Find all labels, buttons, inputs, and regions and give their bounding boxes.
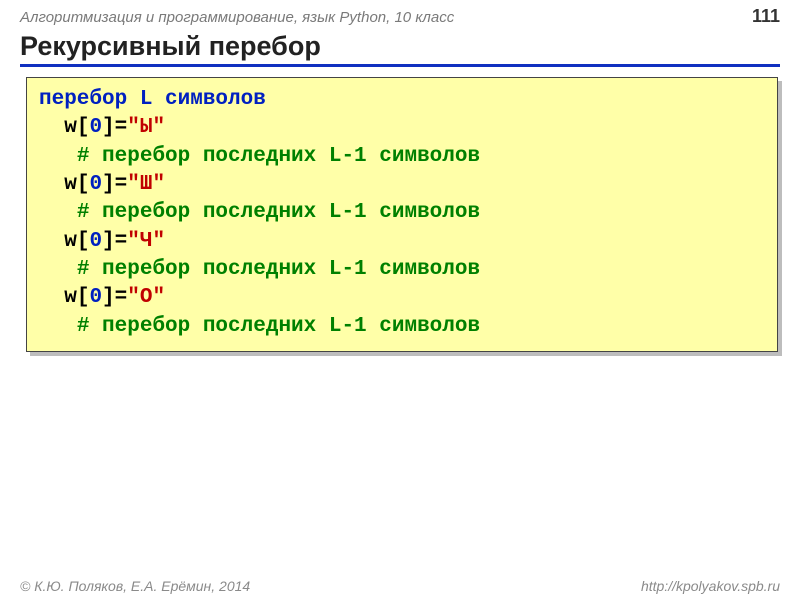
bracket-open: [ [77, 230, 90, 253]
bracket-open: [ [77, 173, 90, 196]
code-string: "Ы" [127, 116, 165, 139]
code-string: "О" [127, 286, 165, 309]
code-index: 0 [89, 286, 102, 309]
code-keyword: перебор L символов [39, 88, 266, 111]
slide-header: Алгоритмизация и программирование, язык … [0, 0, 800, 29]
code-string: "Ш" [127, 173, 165, 196]
code-var: w [64, 230, 77, 253]
bracket-close: ] [102, 173, 115, 196]
bracket-open: [ [77, 116, 90, 139]
equals: = [115, 230, 128, 253]
code-comment: # перебор последних L-1 символов [77, 258, 480, 281]
bracket-close: ] [102, 116, 115, 139]
slide-title: Рекурсивный перебор [20, 31, 780, 67]
code-string: "Ч" [127, 230, 165, 253]
page-number: 111 [752, 6, 780, 27]
equals: = [115, 286, 128, 309]
equals: = [115, 173, 128, 196]
code-block: перебор L символов w[0]="Ы" # перебор по… [26, 77, 778, 352]
subject-text: Алгоритмизация и программирование, язык … [20, 9, 454, 26]
code-index: 0 [89, 116, 102, 139]
footer-url: http://kpolyakov.spb.ru [641, 578, 780, 594]
code-var: w [64, 116, 77, 139]
code-comment: # перебор последних L-1 символов [77, 145, 480, 168]
bracket-open: [ [77, 286, 90, 309]
code-index: 0 [89, 173, 102, 196]
copyright-text: © К.Ю. Поляков, Е.А. Ерёмин, 2014 [20, 578, 250, 594]
code-index: 0 [89, 230, 102, 253]
code-comment: # перебор последних L-1 символов [77, 315, 480, 338]
equals: = [115, 116, 128, 139]
code-var: w [64, 286, 77, 309]
code-comment: # перебор последних L-1 символов [77, 201, 480, 224]
bracket-close: ] [102, 286, 115, 309]
code-var: w [64, 173, 77, 196]
bracket-close: ] [102, 230, 115, 253]
slide-footer: © К.Ю. Поляков, Е.А. Ерёмин, 2014 http:/… [20, 578, 780, 594]
